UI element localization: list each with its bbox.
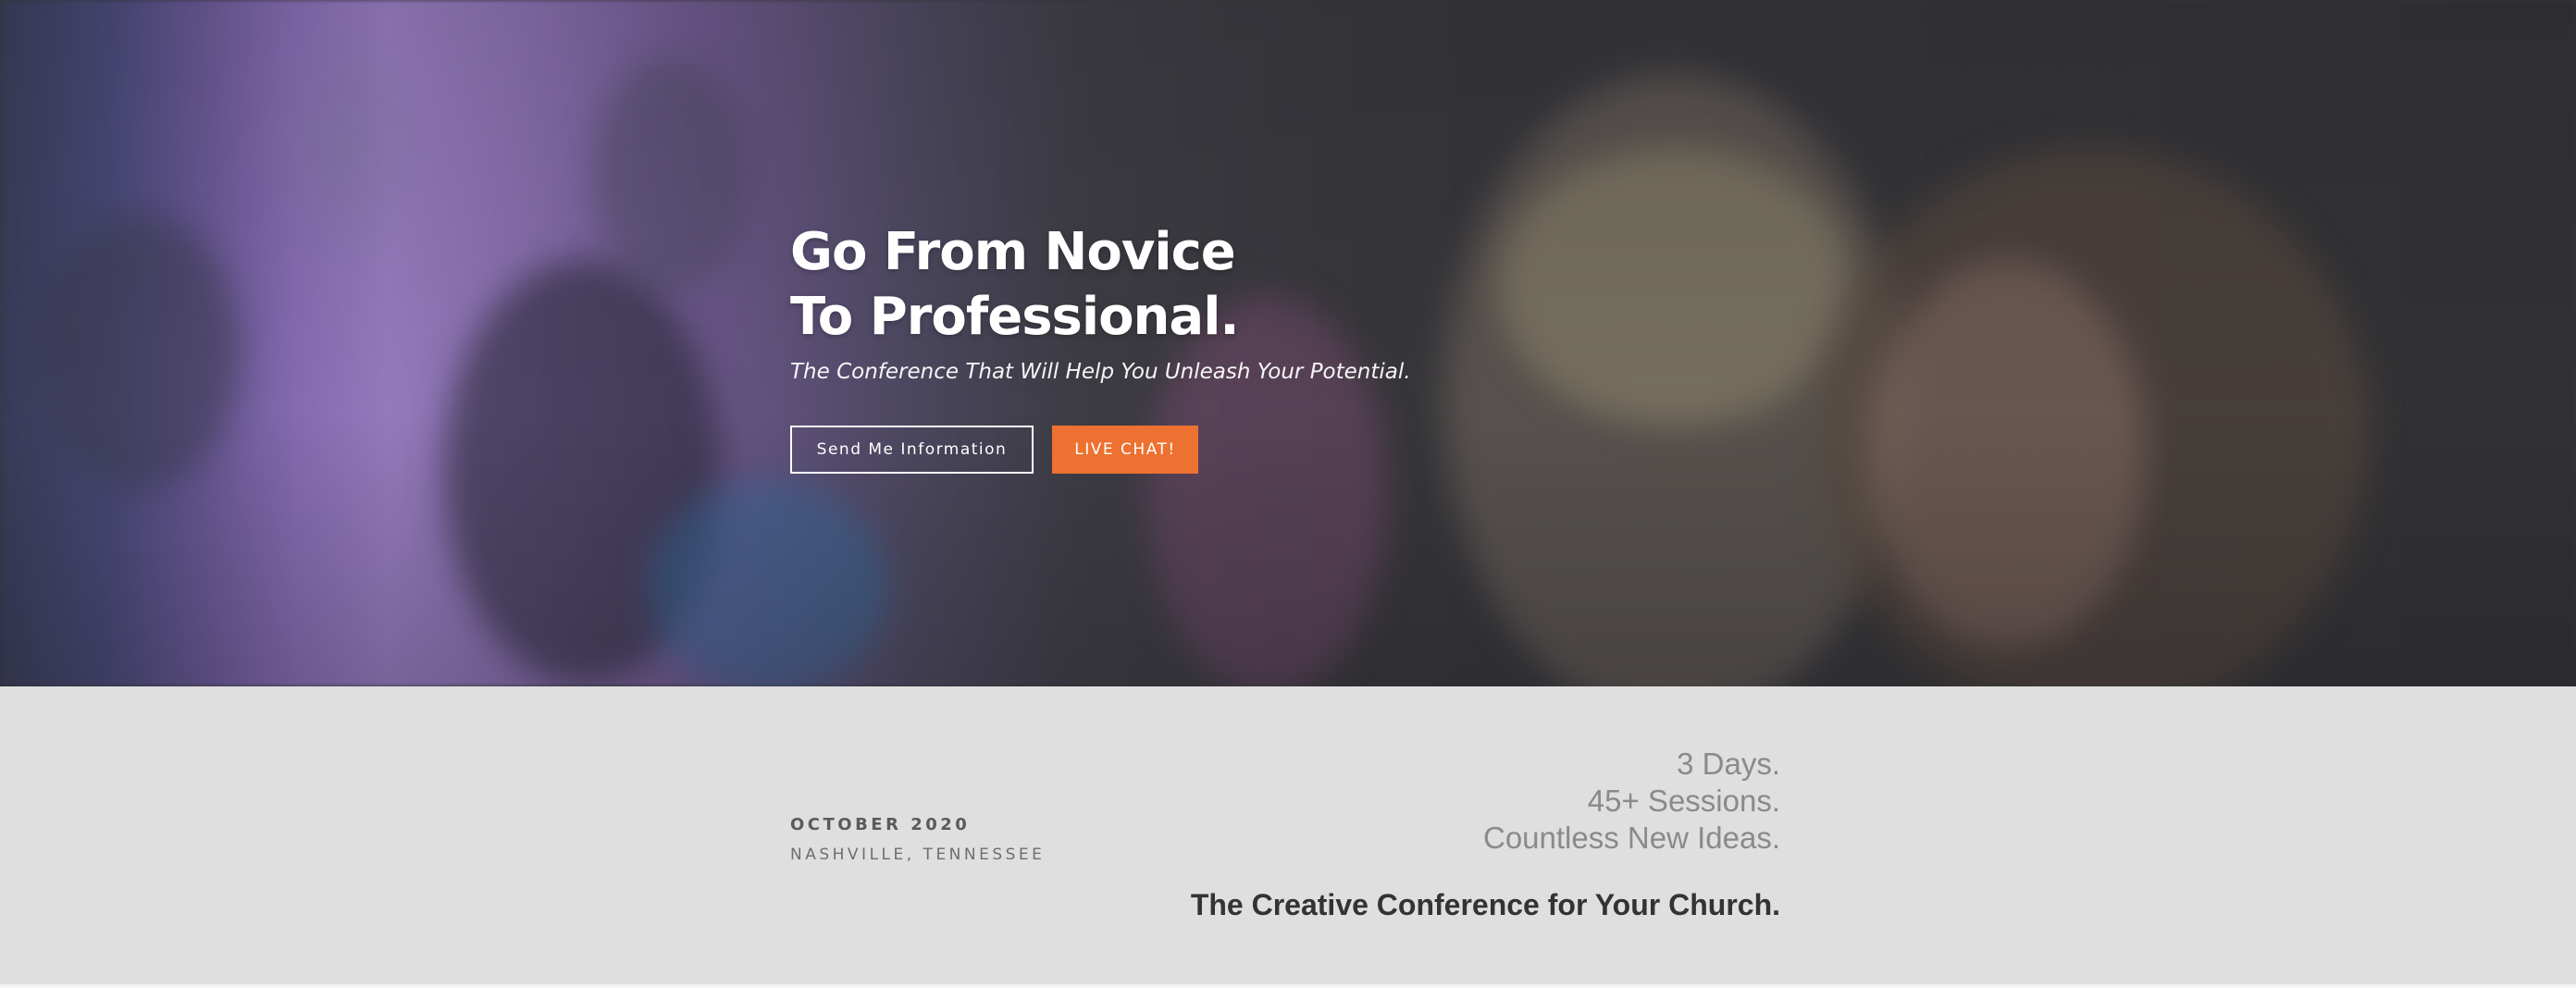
- hero-title: Go From Novice To Professional.: [790, 220, 1623, 350]
- event-highlights: 3 Days. 45+ Sessions. Countless New Idea…: [1483, 746, 1780, 857]
- hero-section: Go From Novice To Professional. The Conf…: [0, 0, 2576, 686]
- highlight-days: 3 Days.: [1677, 747, 1780, 781]
- send-me-information-button[interactable]: Send Me Information: [790, 426, 1034, 474]
- live-chat-button[interactable]: LIVE CHAT!: [1052, 426, 1198, 474]
- hero-title-line-2: To Professional.: [790, 287, 1240, 347]
- event-info-band: OCTOBER 2020 NASHVILLE, TENNESSEE 3 Days…: [0, 686, 2576, 988]
- event-date: OCTOBER 2020: [790, 815, 971, 834]
- highlight-ideas: Countless New Ideas.: [1483, 821, 1780, 855]
- hero-content: Go From Novice To Professional. The Conf…: [790, 220, 1623, 474]
- event-location: NASHVILLE, TENNESSEE: [790, 846, 1046, 864]
- hero-button-group: Send Me Information LIVE CHAT!: [790, 426, 1198, 474]
- hero-subtitle: The Conference That Will Help You Unleas…: [790, 360, 1411, 384]
- section-divider: [0, 984, 2576, 988]
- event-meta: OCTOBER 2020 NASHVILLE, TENNESSEE: [790, 812, 1253, 870]
- highlight-sessions: 45+ Sessions.: [1587, 784, 1780, 818]
- conference-tagline: The Creative Conference for Your Church.: [1190, 888, 1780, 921]
- hero-title-line-1: Go From Novice: [790, 222, 1236, 282]
